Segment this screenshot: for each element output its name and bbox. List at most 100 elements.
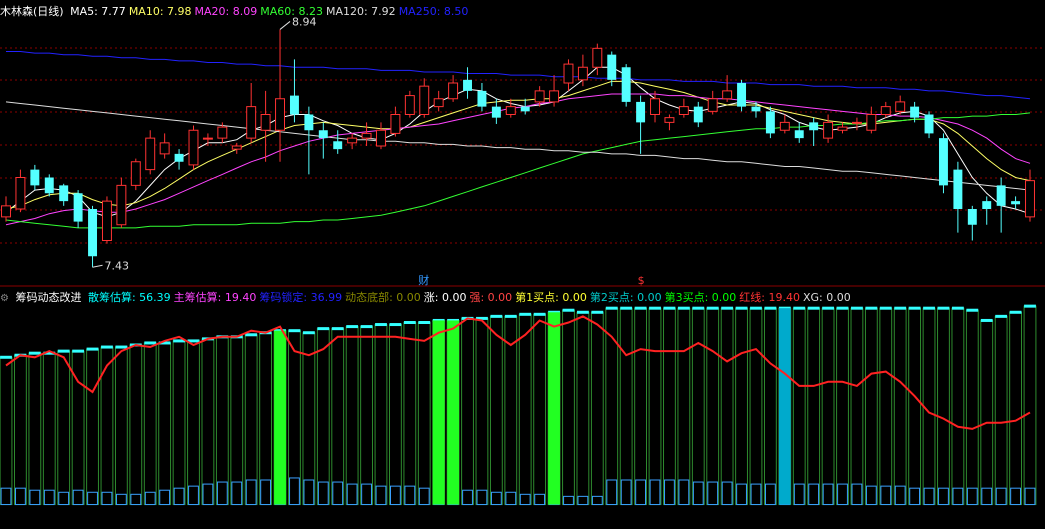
candle <box>174 149 184 170</box>
main-chip-bar <box>130 493 142 506</box>
scatter-chip-bar <box>965 309 979 506</box>
chip-bar-group <box>345 325 359 506</box>
candle <box>823 114 834 143</box>
candle-body <box>347 137 358 144</box>
candle-body <box>577 66 588 81</box>
chip-bar-group <box>562 308 575 506</box>
candle <box>765 106 775 139</box>
main-chip-bar <box>707 481 719 506</box>
candle <box>15 169 26 213</box>
candle <box>505 98 516 118</box>
main-chip-bar <box>837 483 848 506</box>
chip-bar-group <box>821 306 835 506</box>
main-chip-bar <box>750 483 762 506</box>
candle <box>650 90 660 123</box>
candle-body <box>737 83 747 107</box>
chip-bar-group <box>187 339 200 506</box>
buy-signal-bar <box>274 330 286 505</box>
ma-line-ma20 <box>5 93 1031 226</box>
candle <box>794 122 804 143</box>
event-marker[interactable]: $ <box>638 274 645 287</box>
chip-bar-group <box>648 306 662 506</box>
main-chip-bar <box>418 487 430 506</box>
candle-body <box>289 95 299 115</box>
main-chip-bar <box>15 487 26 506</box>
main-chip-bar <box>678 479 690 506</box>
main-chip-bar <box>664 479 675 506</box>
candle-body <box>520 106 530 112</box>
candle <box>347 133 358 150</box>
scatter-chip-bar <box>576 311 590 506</box>
candle <box>404 90 415 118</box>
chip-bar-group <box>259 331 273 506</box>
candle-body <box>621 67 631 102</box>
chip-bar-group <box>864 306 878 506</box>
candle <box>188 125 199 170</box>
scatter-chip-bar <box>345 326 359 506</box>
ma-line-ma120 <box>5 101 1031 191</box>
candle <box>938 133 948 194</box>
chip-bar-group <box>475 316 489 506</box>
main-chip-bar <box>404 485 416 506</box>
ma-line-ma60 <box>5 112 1031 229</box>
chip-bar-group <box>576 310 590 506</box>
candle-body <box>678 106 689 115</box>
main-chip-bar <box>620 479 632 506</box>
scatter-chip-bar <box>100 346 114 506</box>
chip-bar-group <box>691 306 705 506</box>
main-chip-bar <box>519 493 531 506</box>
financial-report-marker[interactable]: 财 <box>418 273 429 287</box>
main-chip-bar <box>245 479 257 506</box>
candle-body <box>419 85 430 116</box>
chip-bar-group <box>316 327 330 506</box>
candle <box>44 174 54 197</box>
scatter-chip-bar <box>86 348 99 506</box>
chip-bar-group <box>42 351 56 506</box>
candle <box>289 59 299 123</box>
chart-canvas: 8.94 7.43 财 $ <box>0 15 1045 506</box>
candle-body <box>924 114 934 134</box>
main-chip-bar <box>346 483 358 506</box>
chip-bar-group <box>100 345 114 506</box>
scatter-chip-bar <box>821 307 835 506</box>
main-chip-bar <box>721 481 733 506</box>
scatter-chip-bar <box>331 328 345 506</box>
candle-body <box>809 122 819 131</box>
main-chip-bar <box>966 487 978 506</box>
candle <box>982 196 992 225</box>
candle-body <box>491 106 501 118</box>
main-chip-bar <box>894 485 906 506</box>
high-price-label: 8.94 <box>292 15 317 28</box>
candle-body <box>534 90 545 103</box>
scatter-chip-bar <box>187 340 200 506</box>
scatter-chip-bar <box>864 307 878 506</box>
candle <box>275 29 285 162</box>
main-chip-bar <box>865 485 877 506</box>
main-chip-bar <box>764 483 776 506</box>
candle-body <box>463 79 472 91</box>
candle-body <box>895 101 906 112</box>
chip-bar-group <box>114 345 128 506</box>
main-chip-bar <box>923 487 935 506</box>
scatter-chip-bar <box>302 332 316 506</box>
candle-body <box>188 129 199 166</box>
main-chip-bar <box>231 481 243 506</box>
scatter-chip-bar <box>562 309 575 506</box>
candle <box>59 183 69 206</box>
scatter-chip-bar <box>374 324 388 506</box>
candle-body <box>304 114 314 131</box>
candle <box>333 130 343 154</box>
chip-bar-group <box>879 306 893 506</box>
candle <box>376 122 386 150</box>
candle <box>577 54 588 87</box>
candle-body <box>880 106 891 115</box>
chip-bar-group <box>374 323 388 506</box>
main-chip-bar <box>173 487 185 506</box>
candle <box>318 122 328 159</box>
candle <box>563 59 574 91</box>
candle-body <box>404 95 415 115</box>
candle-body <box>477 90 487 107</box>
candle <box>996 177 1006 233</box>
candle-body <box>1 205 11 218</box>
candle-body <box>794 130 804 139</box>
